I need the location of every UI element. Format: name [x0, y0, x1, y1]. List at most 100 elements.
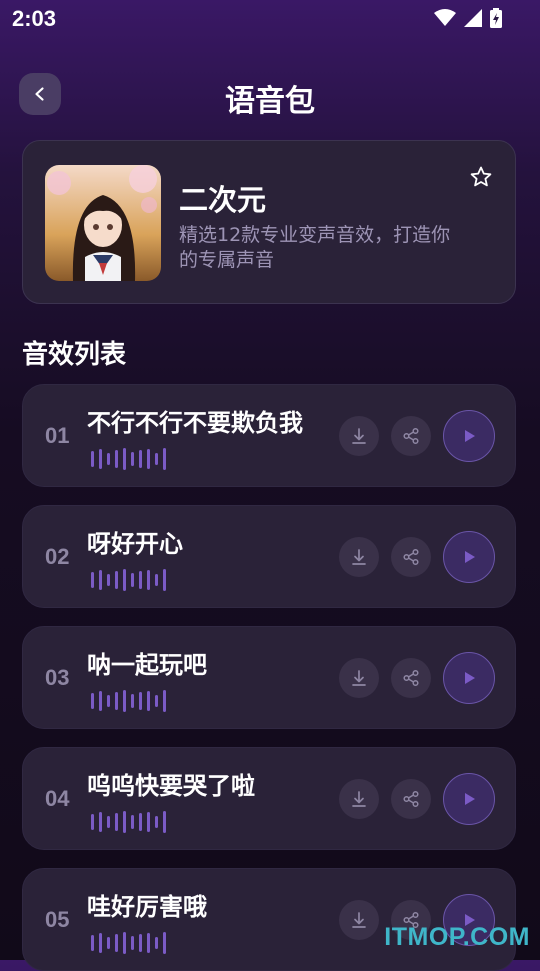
play-icon	[465, 430, 475, 442]
share-icon	[403, 790, 419, 808]
waveform-bar	[147, 933, 150, 953]
sound-number: 03	[45, 665, 70, 690]
waveform-icon	[91, 931, 166, 955]
waveform-bar	[123, 448, 126, 470]
waveform-icon	[91, 568, 166, 592]
waveform-bar	[163, 569, 166, 591]
share-button[interactable]	[391, 416, 431, 456]
waveform-bar	[139, 450, 142, 468]
waveform-bar	[139, 934, 142, 952]
download-icon	[352, 428, 366, 444]
sound-title: 不行不行不要欺负我	[87, 409, 303, 437]
waveform-bar	[163, 932, 166, 954]
waveform-bar	[99, 812, 102, 832]
waveform-bar	[115, 692, 118, 710]
waveform-bar	[155, 453, 158, 465]
waveform-bar	[131, 573, 134, 587]
waveform-bar	[155, 937, 158, 949]
waveform-bar	[115, 571, 118, 589]
download-button[interactable]	[339, 900, 379, 940]
status-icons	[434, 8, 502, 28]
sound-row[interactable]: 04 呜呜快要哭了啦	[22, 747, 516, 850]
waveform-icon	[91, 689, 166, 713]
download-icon	[352, 549, 366, 565]
sound-title: 呜呜快要哭了啦	[87, 772, 255, 800]
waveform-bar	[147, 449, 150, 469]
pack-description: 精选12款专业变声音效，打造你的专属声音	[179, 224, 451, 271]
waveform-bar	[131, 815, 134, 829]
sound-title: 呀好开心	[87, 530, 183, 558]
share-button[interactable]	[391, 537, 431, 577]
share-icon	[403, 669, 419, 687]
waveform-bar	[99, 933, 102, 953]
sound-number: 05	[45, 907, 70, 932]
waveform-icon	[91, 447, 166, 471]
share-button[interactable]	[391, 658, 431, 698]
play-icon	[465, 672, 475, 684]
waveform-bar	[131, 694, 134, 708]
sound-row[interactable]: 02 呀好开心	[22, 505, 516, 608]
waveform-bar	[115, 934, 118, 952]
waveform-icon	[91, 810, 166, 834]
waveform-bar	[107, 695, 110, 707]
share-icon	[403, 548, 419, 566]
status-time: 2:03	[12, 6, 57, 31]
waveform-bar	[91, 814, 94, 830]
sound-number: 02	[45, 544, 70, 569]
sound-row[interactable]: 03 呐一起玩吧	[22, 626, 516, 729]
waveform-bar	[123, 932, 126, 954]
download-icon	[352, 791, 366, 807]
sound-row[interactable]: 01 不行不行不要欺负我	[22, 384, 516, 487]
waveform-bar	[91, 693, 94, 709]
waveform-bar	[107, 453, 110, 465]
waveform-bar	[147, 691, 150, 711]
download-button[interactable]	[339, 416, 379, 456]
waveform-bar	[163, 690, 166, 712]
download-icon	[352, 912, 366, 928]
waveform-bar	[163, 811, 166, 833]
share-icon	[403, 427, 419, 445]
play-icon	[465, 551, 475, 563]
waveform-bar	[147, 570, 150, 590]
wifi-icon	[434, 9, 456, 26]
waveform-bar	[107, 816, 110, 828]
download-button[interactable]	[339, 537, 379, 577]
status-bar: 2:03	[0, 0, 540, 36]
watermark: ITMOP.COM	[384, 923, 530, 951]
waveform-bar	[155, 574, 158, 586]
waveform-bar	[115, 450, 118, 468]
sound-title: 哇好厉害哦	[87, 893, 207, 921]
page-title: 语音包	[225, 84, 315, 119]
sound-row[interactable]: 05 哇好厉害哦	[22, 868, 516, 971]
waveform-bar	[163, 448, 166, 470]
pack-cover-image	[45, 165, 161, 281]
waveform-bar	[155, 816, 158, 828]
waveform-bar	[147, 812, 150, 832]
waveform-bar	[91, 451, 94, 467]
battery-icon	[490, 8, 502, 28]
signal-icon	[464, 9, 482, 27]
play-button[interactable]	[443, 773, 495, 825]
download-button[interactable]	[339, 779, 379, 819]
waveform-bar	[155, 695, 158, 707]
play-button[interactable]	[443, 652, 495, 704]
waveform-bar	[99, 570, 102, 590]
play-button[interactable]	[443, 410, 495, 462]
download-icon	[352, 670, 366, 686]
voice-pack-card: 二次元 精选12款专业变声音效，打造你的专属声音	[22, 140, 516, 304]
share-button[interactable]	[391, 779, 431, 819]
waveform-bar	[99, 449, 102, 469]
waveform-bar	[115, 813, 118, 831]
favorite-button[interactable]	[467, 163, 495, 191]
sound-number: 01	[45, 423, 70, 448]
waveform-bar	[123, 690, 126, 712]
waveform-bar	[139, 692, 142, 710]
star-icon	[470, 166, 492, 187]
waveform-bar	[107, 574, 110, 586]
download-button[interactable]	[339, 658, 379, 698]
play-icon	[465, 793, 475, 805]
play-button[interactable]	[443, 531, 495, 583]
pack-name: 二次元	[179, 183, 267, 217]
waveform-bar	[99, 691, 102, 711]
sound-number: 04	[45, 786, 70, 811]
